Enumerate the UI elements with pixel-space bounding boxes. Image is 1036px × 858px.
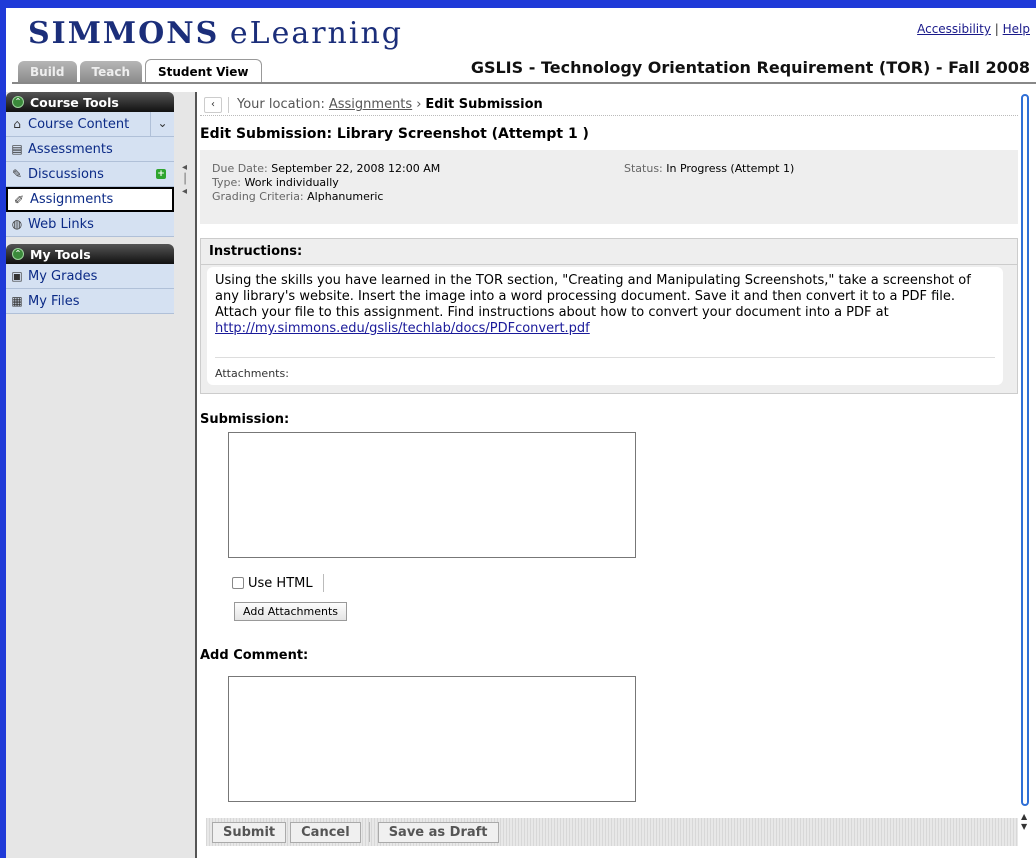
sidebar-item-assignments[interactable]: ✐ Assignments <box>6 187 174 212</box>
grades-icon: ▣ <box>11 269 23 283</box>
app-window: SIMMONS eLearning Accessibility | Help B… <box>6 8 1036 858</box>
assignment-icon: ✐ <box>13 192 25 207</box>
assignment-info: Due Date: September 22, 2008 12:00 AM Ty… <box>200 150 1018 224</box>
sidebar-item-assessments[interactable]: ▤ Assessments <box>6 137 174 162</box>
sidebar-item-my-files[interactable]: ▦ My Files <box>6 289 174 314</box>
top-links: Accessibility | Help <box>917 22 1030 36</box>
my-tools-header[interactable]: ⌃ My Tools <box>6 244 174 264</box>
collapse-up-icon: ⌃ <box>12 96 24 108</box>
attachments-label: Attachments: <box>215 357 995 382</box>
instructions-title: Instructions: <box>201 239 1017 265</box>
scrollbar-thumb[interactable] <box>1021 94 1029 806</box>
comment-textarea[interactable] <box>228 676 636 802</box>
instructions-panel: Instructions: Using the skills you have … <box>200 238 1018 394</box>
files-icon: ▦ <box>11 294 23 308</box>
collapse-sidebar-handle[interactable]: ◂ │ ◂ <box>182 162 192 212</box>
submit-button[interactable]: Submit <box>212 821 287 843</box>
globe-icon: ◍ <box>11 217 23 231</box>
submission-label: Submission: <box>200 412 290 427</box>
add-comment-label: Add Comment: <box>200 648 309 663</box>
tab-teach[interactable]: Teach <box>79 61 142 83</box>
pdf-convert-link[interactable]: http://my.simmons.edu/gslis/techlab/docs… <box>215 321 590 336</box>
chevron-down-icon[interactable]: ⌄ <box>150 112 174 136</box>
breadcrumb-current: Edit Submission <box>425 97 543 112</box>
use-html-checkbox[interactable] <box>232 577 244 589</box>
cancel-button[interactable]: Cancel <box>290 821 361 843</box>
course-tools-header[interactable]: ⌃ Course Tools <box>6 92 174 112</box>
simmons-logo: SIMMONS eLearning <box>28 16 403 51</box>
status-badge: In Progress (Attempt 1) <box>666 162 795 175</box>
pin-icon: ✎ <box>11 167 23 181</box>
grading-criteria: Alphanumeric <box>307 190 384 203</box>
help-link[interactable]: Help <box>1003 22 1030 36</box>
view-tabs: Build Teach Student View <box>18 59 265 83</box>
course-title: GSLIS - Technology Orientation Requireme… <box>470 58 1030 77</box>
accessibility-link[interactable]: Accessibility <box>917 22 991 36</box>
scroll-arrows-icon[interactable]: ▲ ▼ <box>1021 812 1027 832</box>
clipboard-icon: ▤ <box>11 142 23 156</box>
sidebar-item-my-grades[interactable]: ▣ My Grades <box>6 264 174 289</box>
breadcrumb: ‹ Your location: Assignments › Edit Subm… <box>200 94 1018 116</box>
instructions-body: Using the skills you have learned in the… <box>207 267 1003 385</box>
sidebar-divider <box>195 92 197 858</box>
collapse-up-icon: ⌃ <box>12 248 24 260</box>
add-attachments-button[interactable]: Add Attachments <box>234 602 348 621</box>
sidebar-item-discussions[interactable]: ✎ Discussions + <box>6 162 174 187</box>
main-content: ‹ Your location: Assignments › Edit Subm… <box>200 92 1020 858</box>
assignment-type: Work individually <box>244 176 339 189</box>
vertical-scrollbar[interactable]: ▲ ▼ <box>1020 92 1030 858</box>
save-draft-button[interactable]: Save as Draft <box>377 821 499 843</box>
back-arrow-icon[interactable]: ‹ <box>204 96 222 113</box>
due-date: September 22, 2008 12:00 AM <box>271 162 441 175</box>
tab-student-view[interactable]: Student View <box>145 59 262 83</box>
tab-build[interactable]: Build <box>18 61 77 83</box>
sidebar-item-web-links[interactable]: ◍ Web Links <box>6 212 174 237</box>
action-bar: Submit Cancel Save as Draft <box>206 818 1018 846</box>
use-html-toggle[interactable]: Use HTML <box>232 574 324 592</box>
new-post-icon: + <box>156 169 166 179</box>
header-divider <box>12 82 1036 90</box>
page-title: Edit Submission: Library Screenshot (Att… <box>200 126 589 142</box>
home-icon: ⌂ <box>13 117 21 131</box>
sidebar-item-course-content[interactable]: ⌂ Course Content ⌄ <box>6 112 174 137</box>
breadcrumb-assignments-link[interactable]: Assignments <box>329 97 412 112</box>
submission-textarea[interactable] <box>228 432 636 558</box>
sidebar: ⌃ Course Tools ⌂ Course Content ⌄ ▤ Asse… <box>6 92 197 858</box>
